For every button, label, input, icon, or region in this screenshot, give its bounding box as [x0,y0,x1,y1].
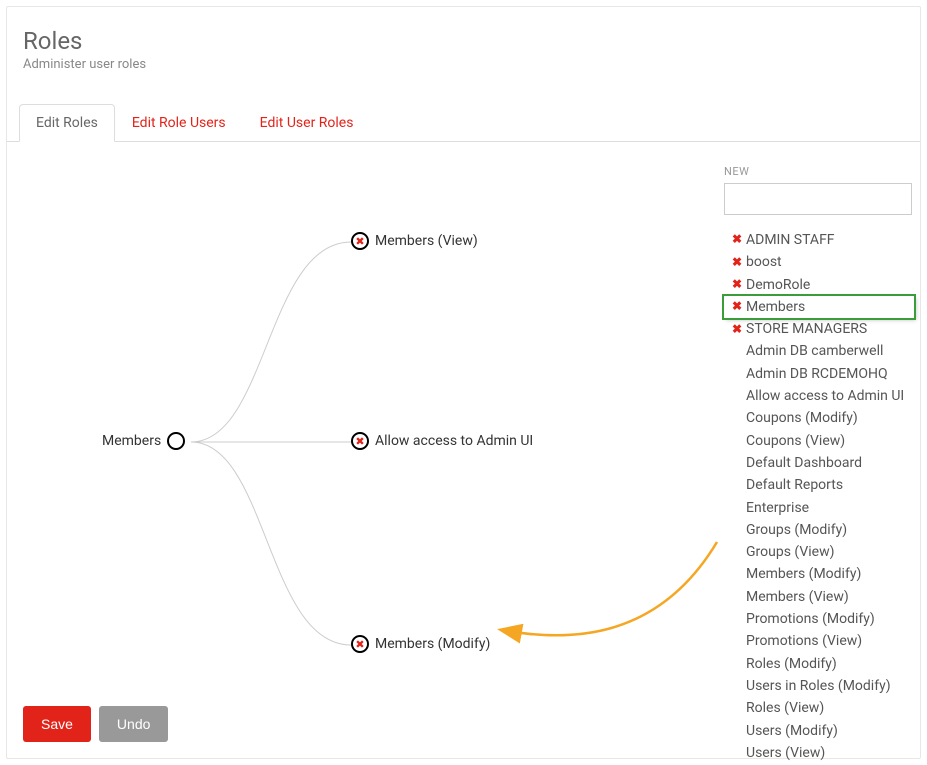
delete-role-icon[interactable]: ✖ [728,321,746,338]
new-role-label: NEW [724,165,749,178]
role-item-label: Promotions (View) [746,631,862,651]
role-item-label: Roles (Modify) [746,654,837,674]
role-item-label: Coupons (Modify) [746,408,858,428]
role-item[interactable]: ✖DemoRole [724,274,914,296]
remove-node-icon[interactable]: ✖ [351,635,369,653]
remove-node-icon[interactable]: ✖ [351,232,369,250]
role-item[interactable]: ✖Admin DB RCDEMOHQ [724,363,914,385]
delete-role-icon[interactable]: ✖ [728,231,746,248]
delete-role-icon[interactable]: ✖ [728,298,746,315]
tree-node-label: Members [102,433,161,449]
role-item[interactable]: ✖Default Dashboard [724,452,914,474]
role-item-label: Groups (View) [746,542,834,562]
role-item-label: boost [746,252,782,272]
role-item[interactable]: ✖Members [724,296,914,318]
tab-edit-roles[interactable]: Edit Roles [19,104,115,142]
delete-role-icon[interactable]: ✖ [728,254,746,271]
role-item[interactable]: ✖Groups (View) [724,541,914,563]
tab-edit-user-roles[interactable]: Edit User Roles [243,104,371,142]
undo-button[interactable]: Undo [99,706,168,742]
role-list: ✖ADMIN STAFF✖boost✖DemoRole✖Members✖STOR… [724,229,914,764]
tree-node-child-0[interactable]: ✖ Members (View) [351,232,478,250]
role-item-label: Members (View) [746,587,849,607]
role-item-label: Members (Modify) [746,564,861,584]
role-item[interactable]: ✖Admin DB camberwell [724,340,914,362]
role-item-label: Allow access to Admin UI [746,386,904,406]
role-item[interactable]: ✖Coupons (Modify) [724,407,914,429]
role-item-label: Roles (View) [746,698,824,718]
role-item-label: Groups (Modify) [746,520,847,540]
role-item[interactable]: ✖Enterprise [724,497,914,519]
tree-node-root[interactable]: Members ✖ [102,432,185,450]
role-item[interactable]: ✖Users (Modify) [724,720,914,742]
role-item-label: Users (View) [746,743,825,763]
role-item[interactable]: ✖Promotions (View) [724,630,914,652]
tree-connectors [7,142,707,702]
save-button[interactable]: Save [23,706,91,742]
tree-node-child-2[interactable]: ✖ Members (Modify) [351,635,490,653]
page-header: Roles Administer user roles [7,7,920,84]
role-item[interactable]: ✖Users (View) [724,742,914,764]
role-item[interactable]: ✖Default Reports [724,474,914,496]
role-side-panel: NEW ✖ADMIN STAFF✖boost✖DemoRole✖Members✖… [724,160,920,764]
role-item-label: Admin DB RCDEMOHQ [746,364,888,384]
page-title: Roles [23,27,904,55]
node-circle-icon: ✖ [167,432,185,450]
footer-buttons: Save Undo [23,706,168,742]
tree-node-label: Members (Modify) [375,636,490,652]
role-item-label: Users in Roles (Modify) [746,676,891,696]
role-item-label: Users (Modify) [746,721,838,741]
role-item[interactable]: ✖STORE MANAGERS [724,318,914,340]
role-item-label: DemoRole [746,275,810,295]
role-item[interactable]: ✖Users in Roles (Modify) [724,675,914,697]
new-role-input[interactable] [724,183,912,215]
role-item[interactable]: ✖Allow access to Admin UI [724,385,914,407]
role-item-label: Admin DB camberwell [746,341,883,361]
role-item-label: STORE MANAGERS [746,319,867,339]
role-item[interactable]: ✖boost [724,251,914,273]
content-area: Members ✖ ✖ Members (View) ✖ Allow acces… [7,142,920,732]
tabs: Edit Roles Edit Role Users Edit User Rol… [7,104,920,142]
role-item-label: Members [746,297,805,317]
role-item[interactable]: ✖Roles (View) [724,697,914,719]
role-item[interactable]: ✖Members (Modify) [724,563,914,585]
delete-role-icon[interactable]: ✖ [728,276,746,293]
role-item-label: Coupons (View) [746,431,845,451]
role-item[interactable]: ✖Members (View) [724,586,914,608]
role-item-label: ADMIN STAFF [746,230,835,250]
roles-card: Roles Administer user roles Edit Roles E… [6,6,921,759]
role-item-label: Enterprise [746,498,809,518]
role-item[interactable]: ✖Coupons (View) [724,430,914,452]
role-item-label: Default Dashboard [746,453,862,473]
remove-node-icon[interactable]: ✖ [351,432,369,450]
role-item-label: Default Reports [746,475,843,495]
role-item-label: Promotions (Modify) [746,609,875,629]
role-item[interactable]: ✖Roles (Modify) [724,653,914,675]
role-item[interactable]: ✖Promotions (Modify) [724,608,914,630]
page-subtitle: Administer user roles [23,57,904,72]
role-item[interactable]: ✖ADMIN STAFF [724,229,914,251]
tab-edit-role-users[interactable]: Edit Role Users [115,104,243,142]
tree-node-label: Allow access to Admin UI [375,433,533,449]
tree-node-child-1[interactable]: ✖ Allow access to Admin UI [351,432,533,450]
tree-node-label: Members (View) [375,233,478,249]
role-tree: Members ✖ ✖ Members (View) ✖ Allow acces… [7,142,707,702]
role-item[interactable]: ✖Groups (Modify) [724,519,914,541]
